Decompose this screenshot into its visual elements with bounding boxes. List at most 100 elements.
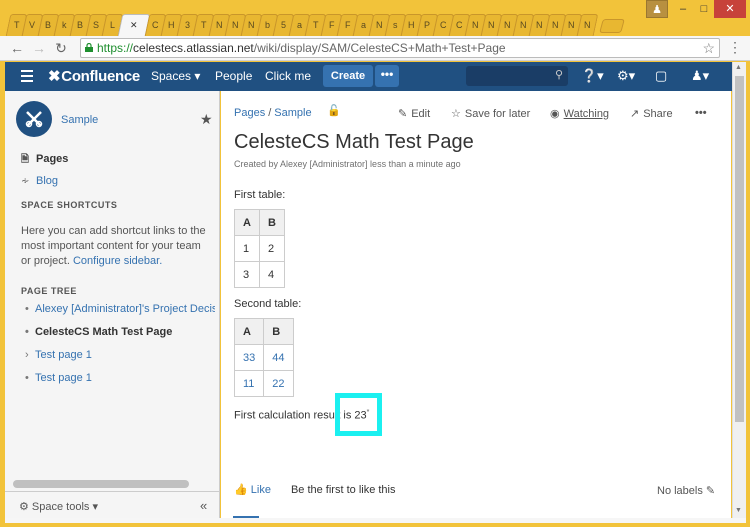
page-tree-item-label: Alexey [Administrator]'s Project Decisio xyxy=(35,303,215,315)
browser-tab-label: N xyxy=(568,20,575,30)
edit-button[interactable]: ✎ Edit xyxy=(398,107,430,120)
like-button[interactable]: 👍 Like xyxy=(234,484,271,496)
search-input[interactable]: ⚲ xyxy=(466,66,568,86)
nav-click-me[interactable]: Click me xyxy=(265,69,311,83)
user-avatar-icon[interactable]: ♟▾ xyxy=(691,68,709,84)
confluence-logo[interactable]: ✖Confluence xyxy=(48,67,140,85)
forward-icon[interactable]: → xyxy=(30,39,48,57)
browser-tab-label: 3 xyxy=(184,20,190,30)
table-header-cell: A xyxy=(234,209,260,236)
back-icon[interactable]: ← xyxy=(8,39,26,57)
address-bar[interactable]: https://celestecs.atlassian.net/wiki/dis… xyxy=(80,38,720,58)
expand-chevron-icon[interactable]: › xyxy=(25,349,35,361)
watching-button[interactable]: ◉ Watching xyxy=(550,107,609,120)
second-table: A B 33 44 11 22 xyxy=(233,318,294,397)
space-tools-button[interactable]: ⚙ Space tools ▾ xyxy=(19,500,98,513)
browser-tab-label: a xyxy=(296,20,302,30)
scrollbar-thumb[interactable] xyxy=(735,76,744,422)
browser-tab-label: s xyxy=(393,20,398,30)
scroll-down-arrow-icon[interactable]: ▼ xyxy=(735,507,742,514)
browser-tab-label: N xyxy=(584,20,591,30)
nav-people[interactable]: People xyxy=(215,69,252,83)
table-cell: 2 xyxy=(258,235,285,262)
scroll-up-arrow-icon[interactable]: ▲ xyxy=(735,64,742,71)
page-tree-item[interactable]: • CelesteCS Math Test Page xyxy=(25,326,215,338)
maximize-button[interactable]: □ xyxy=(694,0,714,18)
labels-editor[interactable]: No labels ✎ xyxy=(657,484,715,497)
space-shortcuts-heading: SPACE SHORTCUTS xyxy=(21,200,118,210)
table-cell: 33 xyxy=(233,344,265,371)
sidebar-item-pages[interactable]: 🗎 Pages xyxy=(21,152,68,169)
table-cell: 3 xyxy=(234,261,260,288)
browser-tab[interactable]: N xyxy=(576,14,599,36)
browser-tab-label: B xyxy=(77,20,84,30)
browser-menu-icon[interactable]: ⋮ xyxy=(726,40,744,54)
close-window-button[interactable]: ✕ xyxy=(714,0,746,18)
first-table-label: First table: xyxy=(234,189,286,201)
collapse-sidebar-button[interactable]: « xyxy=(200,498,207,513)
create-more-button[interactable]: ••• xyxy=(375,65,399,87)
sidebar-footer: ⚙ Space tools ▾ « xyxy=(5,491,219,518)
browser-tab-label: T xyxy=(312,20,319,30)
browser-tab-label: C xyxy=(456,20,463,30)
sidebar-horizontal-scrollbar[interactable] xyxy=(13,480,189,488)
save-for-later-button[interactable]: ☆ Save for later xyxy=(451,107,530,120)
browser-tab-label: N xyxy=(536,20,543,30)
create-button[interactable]: Create xyxy=(323,65,373,87)
rss-icon: ∻ xyxy=(21,176,30,187)
sidebar-item-blog[interactable]: ∻ Blog xyxy=(21,175,58,187)
browser-tab-label: N xyxy=(488,20,495,30)
share-button[interactable]: ↗ Share xyxy=(630,107,673,120)
shortcuts-help-text: Here you can add shortcut links to the m… xyxy=(21,225,206,267)
eye-icon: ◉ xyxy=(550,108,560,120)
hamburger-menu-icon[interactable] xyxy=(21,70,33,82)
restrictions-unlock-icon[interactable]: 🔓 xyxy=(327,104,341,117)
user-icon[interactable]: ♟ xyxy=(646,0,668,18)
nav-spaces[interactable]: Spaces ▾ xyxy=(151,69,200,83)
browser-tab-label: H xyxy=(408,20,415,30)
help-icon[interactable]: ❔▾ xyxy=(581,68,604,84)
pencil-icon: ✎ xyxy=(705,485,716,497)
space-logo-icon[interactable] xyxy=(16,101,52,137)
table-row: 33 44 xyxy=(233,344,294,371)
table-row: 34 xyxy=(234,261,285,288)
configure-sidebar-link[interactable]: Configure sidebar. xyxy=(73,255,162,267)
page-tree-item[interactable]: • Test page 1 xyxy=(25,372,215,384)
like-prompt: Be the first to like this xyxy=(290,484,396,496)
browser-tab-label: V xyxy=(29,20,36,30)
page-tree-heading: PAGE TREE xyxy=(21,286,77,296)
bookmark-star-icon[interactable]: ☆ xyxy=(702,39,715,57)
notifications-icon[interactable]: ▢ xyxy=(655,68,667,84)
gear-icon: ⚙ xyxy=(19,501,32,513)
page-tree-item-label: CelesteCS Math Test Page xyxy=(35,326,173,338)
browser-tab-label: N xyxy=(248,20,255,30)
page-tree-item[interactable]: › Test page 1 xyxy=(25,349,215,361)
space-name-link[interactable]: Sample xyxy=(61,114,98,126)
table-cell: 44 xyxy=(263,344,294,371)
browser-tab-label: N xyxy=(552,20,559,30)
page-tree-item[interactable]: • Alexey [Administrator]'s Project Decisi… xyxy=(25,303,215,315)
more-actions-button[interactable]: ••• xyxy=(695,107,707,119)
url-host: celestecs.atlassian.net xyxy=(133,41,254,55)
settings-gear-icon[interactable]: ⚙▾ xyxy=(617,68,635,84)
browser-tab-label: 5 xyxy=(280,20,286,30)
browser-tab-label: N xyxy=(520,20,527,30)
browser-tab-label: T xyxy=(13,20,20,30)
pencil-icon: ✎ xyxy=(398,108,408,120)
first-table: AB1234 xyxy=(234,209,285,288)
browser-tab-label: N xyxy=(472,20,479,30)
lock-icon xyxy=(85,43,93,52)
tree-bullet: • xyxy=(25,326,29,338)
new-tab-button[interactable] xyxy=(599,19,625,33)
reload-icon[interactable]: ↻ xyxy=(52,39,70,57)
minimize-button[interactable]: – xyxy=(672,0,694,18)
favourite-star-icon[interactable]: ★ xyxy=(200,111,213,128)
breadcrumb-pages[interactable]: Pages xyxy=(234,107,265,119)
thumbs-up-icon: 👍 xyxy=(234,484,248,496)
browser-titlebar: T V Bk B S L ✕ C H 3 T N N Nb 5 a T F Fa Ns H P C C N N N N N N N N ♟ –… xyxy=(0,0,750,36)
breadcrumb-sample[interactable]: Sample xyxy=(274,107,311,119)
page-vertical-scrollbar[interactable]: ▲ ▼ xyxy=(732,62,746,518)
table-row: 12 xyxy=(234,235,285,262)
browser-tab-label: H xyxy=(168,20,175,30)
browser-tab-label: P xyxy=(424,20,431,30)
